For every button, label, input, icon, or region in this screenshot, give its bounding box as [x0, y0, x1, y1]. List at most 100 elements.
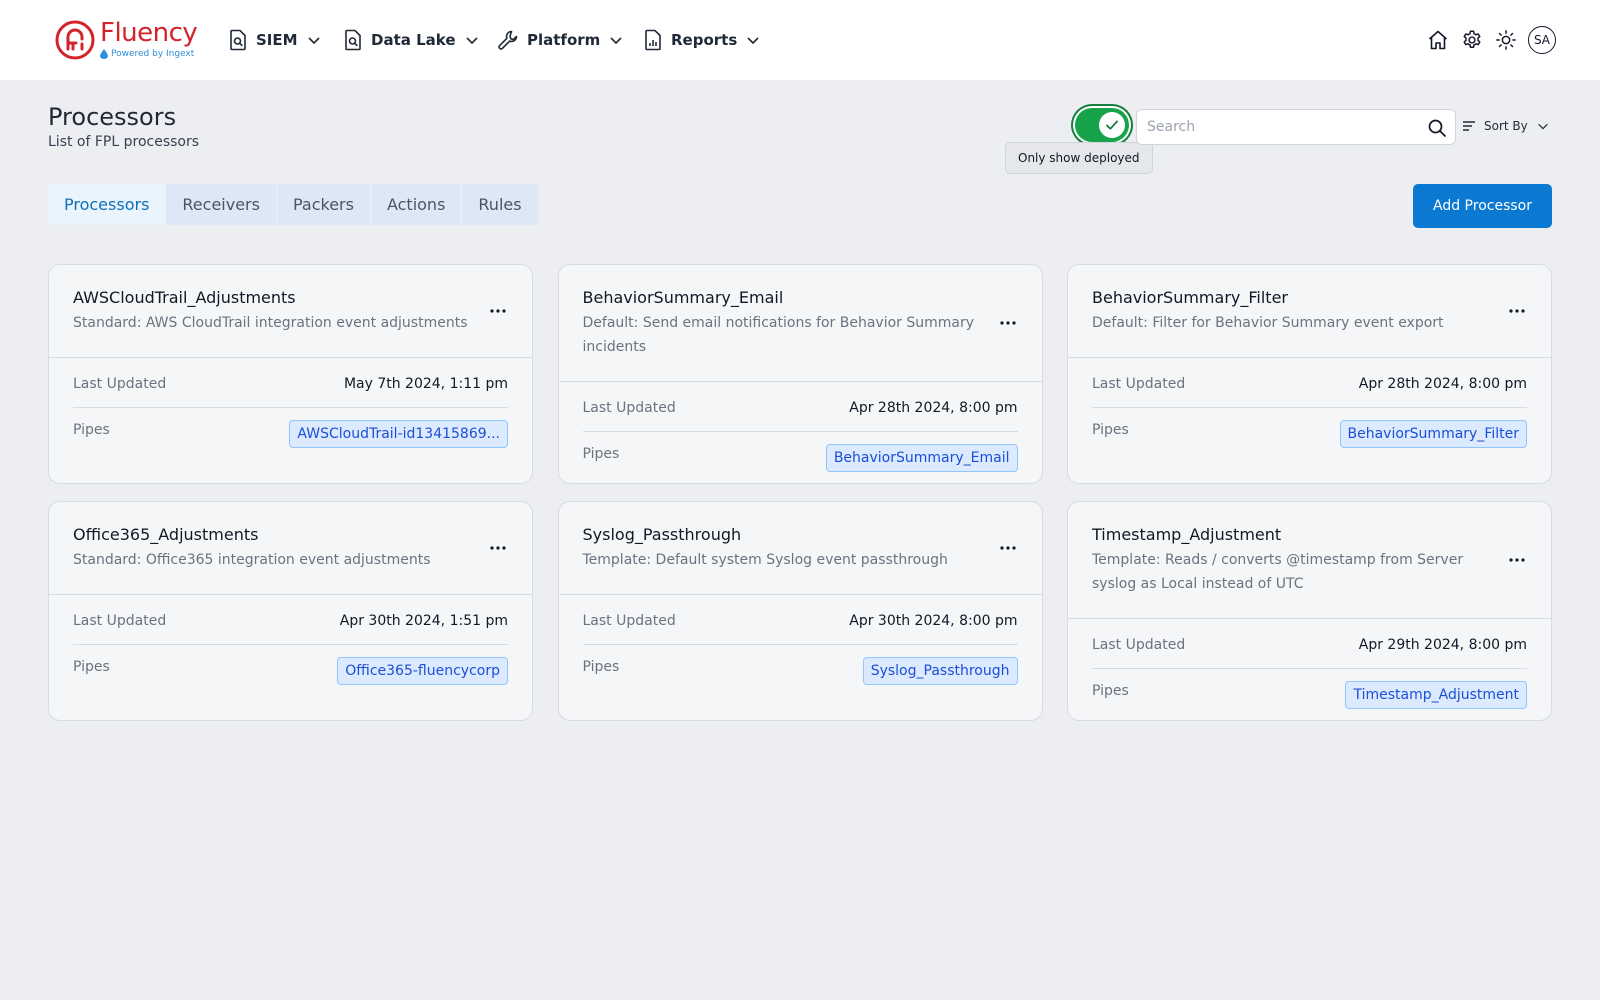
- processor-card[interactable]: Timestamp_Adjustment Template: Reads / c…: [1067, 501, 1552, 721]
- nav-data-lake-label: Data Lake: [371, 31, 456, 49]
- tab-receivers[interactable]: Receivers: [166, 184, 277, 225]
- chevron-down-icon: [747, 37, 759, 45]
- wrench-icon: [498, 30, 518, 50]
- water-drop-icon: [100, 49, 108, 59]
- processor-name: BehaviorSummary_Filter: [1092, 288, 1288, 307]
- section-tabs: Processors Receivers Packers Actions Rul…: [48, 184, 538, 225]
- nav-reports-label: Reports: [671, 31, 738, 49]
- gear-icon: [1463, 30, 1481, 48]
- user-avatar[interactable]: SA: [1528, 26, 1556, 54]
- fluency-logo-icon: [55, 20, 95, 60]
- card-menu-button[interactable]: [1505, 301, 1529, 321]
- ellipsis-icon: [490, 546, 506, 550]
- processor-description: Default: Send email notifications for Be…: [582, 315, 975, 355]
- tab-rules[interactable]: Rules: [462, 184, 537, 225]
- checkmark-icon: [1106, 120, 1118, 130]
- nav-platform[interactable]: Platform: [497, 22, 624, 58]
- search-icon[interactable]: [1427, 118, 1447, 138]
- search-input[interactable]: [1147, 110, 1417, 144]
- tab-actions[interactable]: Actions: [371, 184, 463, 225]
- fluency-logo[interactable]: Fluency Powered by Ingext: [54, 18, 198, 62]
- last-updated-label: Last Updated: [582, 613, 676, 629]
- processor-card[interactable]: Office365_Adjustments Standard: Office36…: [48, 501, 533, 721]
- chevron-down-icon: [307, 37, 320, 45]
- nav-reports[interactable]: Reports: [643, 22, 761, 58]
- card-menu-button[interactable]: [1505, 550, 1529, 570]
- pipe-tag[interactable]: Syslog_Passthrough: [862, 657, 1018, 685]
- processor-name: AWSCloudTrail_Adjustments: [73, 288, 296, 307]
- pipe-tag[interactable]: Office365-fluencycorp: [337, 657, 508, 685]
- ellipsis-icon: [999, 546, 1016, 550]
- pipe-tag[interactable]: Timestamp_Adjustment: [1345, 681, 1527, 709]
- card-menu-button[interactable]: [486, 538, 510, 558]
- tab-processors[interactable]: Processors: [48, 184, 167, 225]
- sun-icon: [1496, 30, 1516, 50]
- pipes-label: Pipes: [73, 659, 110, 675]
- last-updated-value: May 7th 2024, 1:11 pm: [343, 376, 508, 392]
- page-title: Processors: [48, 103, 177, 131]
- processor-description: Standard: Office365 integration event ad…: [73, 552, 431, 568]
- nav-siem[interactable]: SIEM: [228, 22, 322, 58]
- last-updated-value: Apr 28th 2024, 8:00 pm: [849, 400, 1018, 416]
- processor-card[interactable]: AWSCloudTrail_Adjustments Standard: AWS …: [48, 264, 533, 484]
- processor-card[interactable]: BehaviorSummary_Email Default: Send emai…: [557, 264, 1043, 484]
- nav-siem-label: SIEM: [256, 31, 298, 49]
- toggle-tooltip: Only show deployed: [1005, 142, 1153, 174]
- chevron-down-icon: [465, 37, 478, 45]
- processor-card[interactable]: Syslog_Passthrough Template: Default sys…: [557, 501, 1043, 721]
- processor-card[interactable]: BehaviorSummary_Filter Default: Filter f…: [1067, 264, 1552, 484]
- last-updated-value: Apr 30th 2024, 1:51 pm: [339, 613, 508, 629]
- page-subtitle: List of FPL processors: [48, 134, 200, 150]
- chevron-down-icon: [610, 37, 622, 45]
- search-document-icon: [345, 29, 361, 51]
- last-updated-label: Last Updated: [73, 613, 167, 629]
- last-updated-label: Last Updated: [582, 400, 676, 416]
- ellipsis-icon: [1509, 309, 1525, 313]
- top-right-actions: SA: [1426, 22, 1556, 58]
- sort-lines-icon: [1463, 121, 1475, 131]
- processor-name: BehaviorSummary_Email: [582, 288, 784, 307]
- ellipsis-icon: [999, 321, 1016, 325]
- sort-by-label: Sort By: [1484, 119, 1528, 133]
- pipe-tag[interactable]: BehaviorSummary_Filter: [1339, 420, 1527, 448]
- last-updated-label: Last Updated: [1092, 376, 1186, 392]
- card-menu-button[interactable]: [486, 301, 510, 321]
- home-button[interactable]: [1426, 28, 1450, 52]
- pipes-label: Pipes: [1092, 683, 1129, 699]
- processor-description: Template: Reads / converts @timestamp fr…: [1092, 552, 1464, 592]
- processor-description: Standard: AWS CloudTrail integration eve…: [73, 315, 468, 331]
- pipes-label: Pipes: [1092, 422, 1129, 438]
- chevron-down-icon: [1537, 123, 1548, 130]
- search-box: [1136, 109, 1456, 145]
- pipes-label: Pipes: [582, 446, 620, 462]
- theme-toggle-button[interactable]: [1494, 28, 1518, 52]
- search-document-icon: [230, 29, 246, 51]
- processor-name: Office365_Adjustments: [73, 525, 259, 544]
- last-updated-value: Apr 30th 2024, 8:00 pm: [849, 613, 1018, 629]
- pipes-label: Pipes: [73, 422, 110, 438]
- processor-name: Timestamp_Adjustment: [1092, 525, 1282, 544]
- sort-by-dropdown[interactable]: Sort By: [1462, 112, 1550, 140]
- processor-description: Default: Filter for Behavior Summary eve…: [1092, 315, 1444, 331]
- report-document-icon: [645, 29, 661, 51]
- card-menu-button[interactable]: [996, 313, 1020, 333]
- nav-platform-label: Platform: [527, 31, 601, 49]
- pipe-tag[interactable]: BehaviorSummary_Email: [825, 444, 1018, 472]
- tab-packers[interactable]: Packers: [277, 184, 371, 225]
- ellipsis-icon: [490, 309, 506, 313]
- only-deployed-toggle[interactable]: [1075, 108, 1129, 142]
- top-navigation-bar: Fluency Powered by Ingext SIEM Data Lake…: [0, 0, 1600, 80]
- logo-name: Fluency: [100, 18, 198, 48]
- processor-name: Syslog_Passthrough: [582, 525, 742, 544]
- nav-data-lake[interactable]: Data Lake: [343, 22, 480, 58]
- pipes-label: Pipes: [582, 659, 620, 675]
- settings-button[interactable]: [1460, 28, 1484, 52]
- card-menu-button[interactable]: [996, 538, 1020, 558]
- pipe-tag[interactable]: AWSCloudTrail-id13415869...: [289, 420, 508, 448]
- add-processor-button[interactable]: Add Processor: [1413, 184, 1552, 228]
- processor-description: Template: Default system Syslog event pa…: [582, 552, 948, 568]
- last-updated-label: Last Updated: [1092, 637, 1186, 653]
- home-icon: [1428, 30, 1448, 50]
- last-updated-label: Last Updated: [73, 376, 167, 392]
- last-updated-value: Apr 28th 2024, 8:00 pm: [1358, 376, 1527, 392]
